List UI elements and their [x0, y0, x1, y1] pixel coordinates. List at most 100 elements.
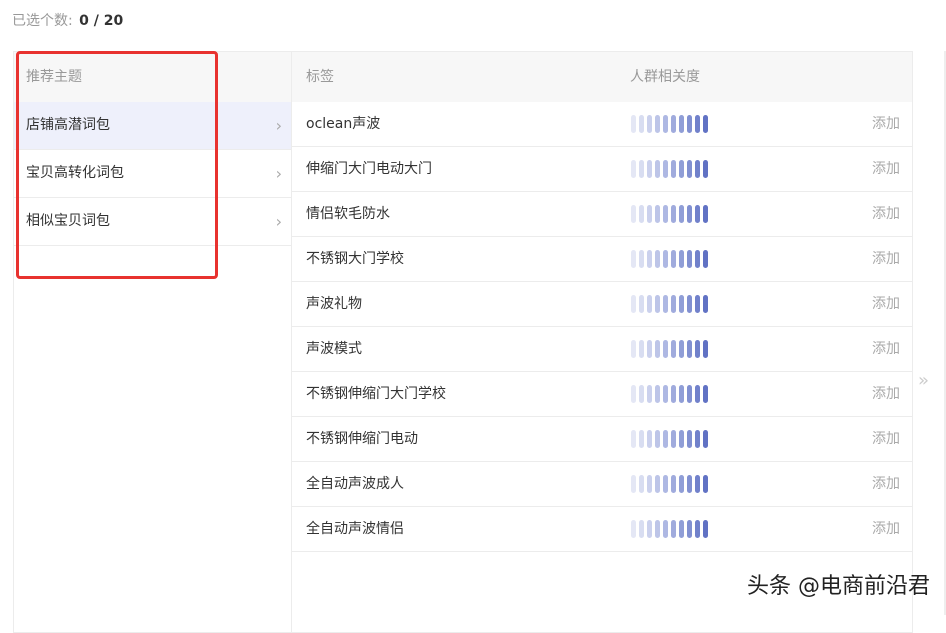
relevance-bar — [655, 340, 660, 358]
relevance-bar — [671, 520, 676, 538]
column-header-relevance: 人群相关度 — [630, 69, 700, 85]
relevance-bar — [647, 340, 652, 358]
relevance-bar — [703, 520, 708, 538]
add-button[interactable]: 添加 — [872, 462, 900, 506]
topic-item[interactable]: 宝贝高转化词包 › — [14, 150, 292, 198]
relevance-bar — [679, 115, 684, 133]
relevance-bar — [687, 295, 692, 313]
relevance-bar — [687, 250, 692, 268]
relevance-bar — [695, 340, 700, 358]
relevance-bar — [695, 115, 700, 133]
relevance-bar — [663, 385, 668, 403]
relevance-bar — [655, 430, 660, 448]
relevance-bar — [703, 430, 708, 448]
relevance-bar — [631, 115, 636, 133]
relevance-bar — [631, 295, 636, 313]
relevance-bar — [703, 475, 708, 493]
add-button[interactable]: 添加 — [872, 192, 900, 236]
relevance-bar — [655, 250, 660, 268]
relevance-bar — [663, 115, 668, 133]
add-button[interactable]: 添加 — [872, 417, 900, 461]
relevance-bar — [647, 385, 652, 403]
relevance-bar — [663, 430, 668, 448]
topic-list: 店铺高潜词包 › 宝贝高转化词包 › 相似宝贝词包 › — [14, 102, 292, 246]
relevance-bar — [679, 475, 684, 493]
relevance-bars — [631, 250, 708, 268]
relevance-bars — [631, 340, 708, 358]
relevance-bar — [679, 205, 684, 223]
topic-item-label: 宝贝高转化词包 — [26, 165, 124, 181]
table-row: 不锈钢伸缩门电动 添加 — [292, 417, 912, 462]
relevance-bar — [703, 250, 708, 268]
relevance-bar — [687, 520, 692, 538]
relevance-bar — [695, 520, 700, 538]
relevance-bar — [671, 475, 676, 493]
table-row: oclean声波 添加 — [292, 102, 912, 147]
relevance-bar — [647, 295, 652, 313]
tag-cell: 情侣软毛防水 — [306, 206, 390, 222]
tag-cell: 全自动声波成人 — [306, 476, 404, 492]
relevance-bar — [639, 205, 644, 223]
relevance-bar — [671, 115, 676, 133]
relevance-bar — [687, 205, 692, 223]
relevance-bar — [631, 160, 636, 178]
selection-count-value: 0 / 20 — [79, 13, 124, 29]
relevance-bar — [663, 205, 668, 223]
relevance-bar — [647, 475, 652, 493]
add-button[interactable]: 添加 — [872, 507, 900, 551]
column-header-tag: 标签 — [306, 69, 334, 85]
relevance-bar — [687, 115, 692, 133]
table-row: 情侣软毛防水 添加 — [292, 192, 912, 237]
relevance-bar — [695, 160, 700, 178]
relevance-bar — [647, 430, 652, 448]
relevance-bar — [671, 205, 676, 223]
selection-count: 已选个数: 0 / 20 — [12, 10, 123, 30]
relevance-bar — [671, 295, 676, 313]
relevance-bar — [631, 520, 636, 538]
relevance-bar — [655, 475, 660, 493]
add-button[interactable]: 添加 — [872, 327, 900, 371]
relevance-bar — [671, 430, 676, 448]
relevance-bar — [639, 340, 644, 358]
relevance-bars — [631, 385, 708, 403]
relevance-bar — [687, 475, 692, 493]
relevance-bar — [703, 160, 708, 178]
relevance-bar — [631, 250, 636, 268]
double-chevron-right-icon[interactable]: » — [918, 370, 929, 391]
relevance-bar — [639, 385, 644, 403]
relevance-bar — [703, 205, 708, 223]
add-button[interactable]: 添加 — [872, 147, 900, 191]
watermark: 头条 @电商前沿君 — [747, 574, 930, 599]
relevance-bar — [695, 205, 700, 223]
relevance-bar — [671, 340, 676, 358]
add-button[interactable]: 添加 — [872, 102, 900, 146]
tag-cell: oclean声波 — [306, 116, 381, 132]
relevance-bars — [631, 115, 708, 133]
topic-item[interactable]: 店铺高潜词包 › — [14, 102, 292, 150]
table-row: 伸缩门大门电动大门 添加 — [292, 147, 912, 192]
add-button[interactable]: 添加 — [872, 237, 900, 281]
relevance-bar — [679, 250, 684, 268]
relevance-bar — [655, 115, 660, 133]
relevance-bars — [631, 520, 708, 538]
relevance-bar — [703, 115, 708, 133]
relevance-bar — [639, 295, 644, 313]
relevance-bar — [703, 385, 708, 403]
table-row: 声波模式 添加 — [292, 327, 912, 372]
relevance-bar — [703, 295, 708, 313]
relevance-bar — [671, 385, 676, 403]
relevance-bars — [631, 295, 708, 313]
topic-item[interactable]: 相似宝贝词包 › — [14, 198, 292, 246]
relevance-bar — [631, 475, 636, 493]
relevance-bars — [631, 475, 708, 493]
add-button[interactable]: 添加 — [872, 282, 900, 326]
relevance-bar — [695, 475, 700, 493]
relevance-bar — [631, 385, 636, 403]
relevance-bar — [671, 250, 676, 268]
add-button[interactable]: 添加 — [872, 372, 900, 416]
tag-cell: 不锈钢大门学校 — [306, 251, 404, 267]
relevance-bar — [647, 205, 652, 223]
relevance-bar — [639, 115, 644, 133]
relevance-bar — [679, 295, 684, 313]
selection-count-label: 已选个数: — [12, 13, 73, 29]
